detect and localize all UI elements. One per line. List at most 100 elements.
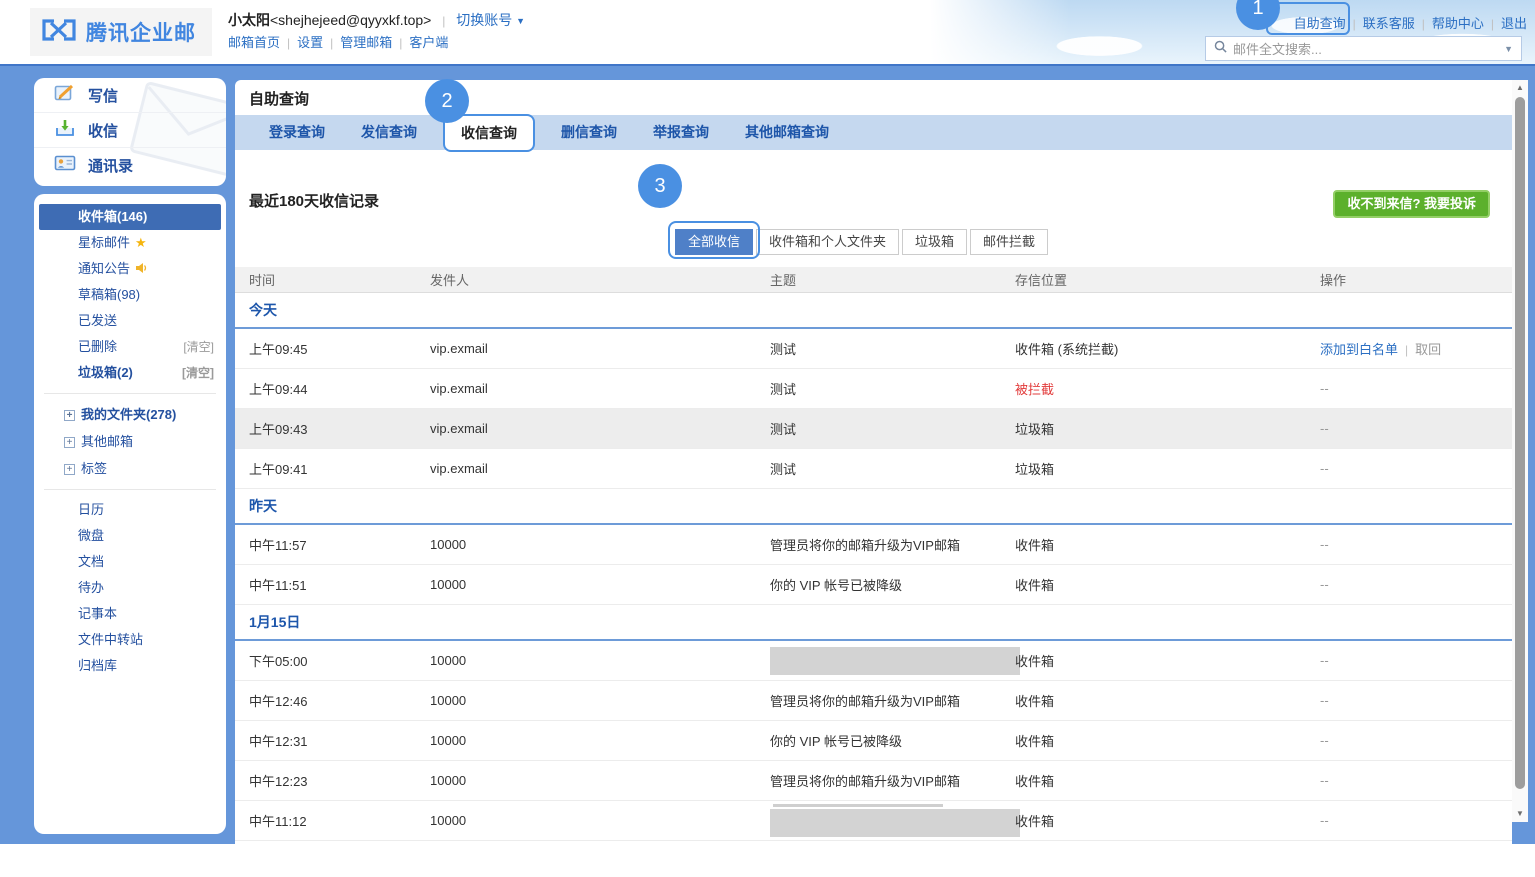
redacted-text-sliver (773, 804, 943, 807)
speaker-icon (130, 261, 148, 276)
sidebar-folder-item[interactable]: 收件箱(146) (39, 204, 221, 230)
cell-subject (770, 804, 1015, 837)
cell-location: 收件箱 (1015, 771, 1320, 790)
tab-delete-query[interactable]: 删信查询 (543, 115, 635, 150)
cell-subject: 你的 VIP 帐号已被降级 (770, 575, 1015, 594)
sidebar-folder-item[interactable]: 已发送 (34, 308, 226, 334)
contacts-label: 通讯录 (88, 155, 133, 176)
add-whitelist-link[interactable]: 添加到白名单 (1320, 342, 1398, 357)
nav-link-mail-home[interactable]: 邮箱首页 (228, 35, 280, 50)
vertical-scrollbar[interactable]: ▲ ▼ (1512, 80, 1528, 822)
switch-account-link[interactable]: 切换账号 ▼ (456, 12, 525, 28)
sidebar-folder-item[interactable]: 通知公告 (34, 256, 226, 282)
annotation-circle-3: 3 (638, 164, 682, 208)
mail-search-box[interactable]: 邮件全文搜索... ▼ (1205, 36, 1522, 61)
cell-sender: 10000 (430, 577, 770, 592)
table-row: 中午11:1210000收件箱-- (235, 801, 1512, 841)
cell-subject: 测试 (770, 339, 1015, 358)
nav-link-settings[interactable]: 设置 (297, 35, 323, 50)
star-icon: ★ (135, 235, 147, 250)
sidebar-folder-item[interactable]: 星标邮件★ (34, 230, 226, 256)
complaint-button[interactable]: 收不到来信? 我要投诉 (1333, 190, 1490, 218)
folder-label: 通知公告 (78, 261, 130, 276)
query-tabbar: 登录查询发信查询收信查询删信查询举报查询其他邮箱查询 (235, 115, 1512, 150)
sidebar-folder-item[interactable]: 草稿箱(98) (34, 282, 226, 308)
tree-label: 我的文件夹(278) (81, 407, 176, 422)
inbox-icon (54, 118, 76, 143)
sidebar-app-item[interactable]: 记事本 (34, 601, 226, 627)
sidebar-tree-item[interactable]: +标签 (34, 455, 226, 482)
date-group-header: 1月15日 (235, 605, 1512, 641)
account-line: 小太阳<shejhejeed@qyyxkf.top> | 切换账号 ▼ (228, 8, 525, 32)
sidebar-tree-item[interactable]: +其他邮箱 (34, 428, 226, 455)
cell-location: 收件箱 (1015, 535, 1320, 554)
expand-plus-icon[interactable]: + (64, 464, 75, 475)
sidebar-app-item[interactable]: 文件中转站 (34, 627, 226, 653)
receive-button[interactable]: 收信 (34, 113, 226, 148)
sidebar-folder-item[interactable]: 已删除 [清空] (34, 334, 226, 360)
cell-time: 中午12:23 (235, 771, 430, 790)
sidebar-tree-item[interactable]: + 我的文件夹(278) (34, 401, 226, 428)
cell-actions: -- (1320, 461, 1512, 476)
cell-subject: 测试 (770, 459, 1015, 478)
no-action-text: -- (1320, 773, 1329, 788)
filter-inbox-personal-folders[interactable]: 收件箱和个人文件夹 (756, 229, 899, 255)
no-action-text: -- (1320, 421, 1329, 436)
filter-junk-box[interactable]: 垃圾箱 (902, 229, 967, 255)
header-nav-links: 邮箱首页|设置|管理邮箱|客户端 (228, 32, 525, 54)
expand-plus-icon[interactable]: + (64, 410, 75, 421)
tab-login-query[interactable]: 登录查询 (251, 115, 343, 150)
scroll-down-icon[interactable]: ▼ (1512, 809, 1528, 818)
filter-mail-intercept[interactable]: 邮件拦截 (970, 229, 1048, 255)
search-icon (1214, 40, 1227, 58)
top-link-help-center[interactable]: 帮助中心 (1432, 16, 1484, 31)
empty-folder-link[interactable]: [清空] (183, 334, 214, 360)
nav-link-client[interactable]: 客户端 (409, 35, 448, 50)
no-action-text: -- (1320, 461, 1329, 476)
cell-actions: -- (1320, 421, 1512, 436)
sidebar-app-item[interactable]: 归档库 (34, 653, 226, 679)
sidebar-app-item[interactable]: 微盘 (34, 523, 226, 549)
cell-sender: vip.exmail (430, 381, 770, 396)
cell-time: 下午05:00 (235, 651, 430, 670)
sidebar-folder-item[interactable]: 垃圾箱(2)[清空] (34, 360, 226, 386)
top-link-logout[interactable]: 退出 (1501, 16, 1527, 31)
retrieve-link[interactable]: 取回 (1415, 342, 1441, 357)
table-row: 上午09:43vip.exmail测试垃圾箱-- (235, 409, 1512, 449)
tab-report-query[interactable]: 举报查询 (635, 115, 727, 150)
sidebar-app-item[interactable]: 文档 (34, 549, 226, 575)
tab-other-mailbox-query[interactable]: 其他邮箱查询 (727, 115, 847, 150)
exmail-logo-icon (40, 18, 78, 47)
tab-send-query[interactable]: 发信查询 (343, 115, 435, 150)
search-dropdown-icon[interactable]: ▼ (1504, 44, 1513, 54)
sidebar-app-item[interactable]: 日历 (34, 497, 226, 523)
folder-tree: + 我的文件夹(278) +其他邮箱+标签 (34, 401, 226, 482)
date-group-header: 今天 (235, 293, 1512, 329)
scroll-up-icon[interactable]: ▲ (1512, 83, 1528, 92)
expand-plus-icon[interactable]: + (64, 437, 75, 448)
redacted-subject-block (770, 647, 1020, 675)
contacts-button[interactable]: 通讯录 (34, 148, 226, 183)
scrollbar-thumb[interactable] (1515, 97, 1525, 789)
cell-location: 收件箱 (1015, 691, 1320, 710)
cell-location: 收件箱 (1015, 811, 1320, 830)
cell-time: 中午12:31 (235, 731, 430, 750)
cell-actions: -- (1320, 773, 1512, 788)
cell-time: 中午12:46 (235, 691, 430, 710)
sidebar-app-item[interactable]: 待办 (34, 575, 226, 601)
nav-link-admin-mail[interactable]: 管理邮箱 (340, 35, 392, 50)
annotation-box-step3 (668, 221, 760, 259)
compose-button[interactable]: 写信 (34, 78, 226, 113)
empty-folder-link[interactable]: [清空] (182, 360, 214, 386)
account-email: <shejhejeed@qyyxkf.top> (270, 12, 431, 28)
top-link-contact-support[interactable]: 联系客服 (1363, 16, 1415, 31)
folder-label: 已删除 (78, 339, 117, 354)
cell-time: 上午09:44 (235, 379, 430, 398)
cell-location: 收件箱 (1015, 651, 1320, 670)
separator: | (287, 36, 290, 50)
separator: | (330, 36, 333, 50)
no-action-text: -- (1320, 813, 1329, 828)
main-content-panel: 自助查询 登录查询发信查询收信查询删信查询举报查询其他邮箱查询 最近180天收信… (235, 80, 1512, 846)
pencil-icon (54, 83, 76, 108)
folder-label: 草稿箱(98) (78, 287, 140, 302)
